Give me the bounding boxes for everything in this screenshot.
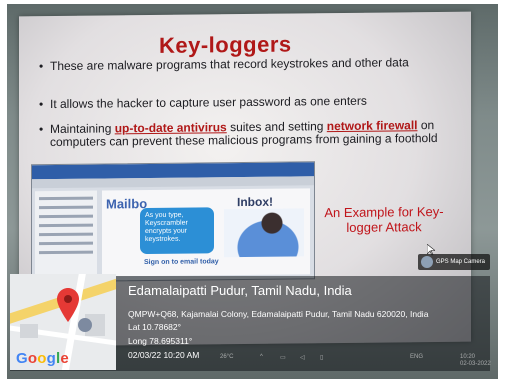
browser-menubar: [32, 176, 314, 189]
clock-date: 02-03-2022: [460, 361, 491, 367]
battery-icon: ▯: [320, 355, 324, 361]
mail-logo: Mailbo: [106, 196, 148, 212]
slide-title: Key-loggers: [159, 31, 292, 58]
school-marker-icon: [78, 318, 92, 332]
speaker-icon: ◁: [300, 355, 305, 361]
inbox-heading: Inbox!: [237, 194, 273, 210]
place-title: Edamalaipatti Pudur, Tamil Nadu, India: [128, 283, 352, 298]
location-pin-icon: [57, 288, 79, 322]
camera-badge-label: GPS Map Camera: [436, 259, 486, 265]
bullet-1-text: These are malware programs that record k…: [50, 55, 409, 74]
google-logo: Google: [16, 350, 69, 367]
temperature: 26°C: [220, 354, 234, 360]
gps-camera-badge: GPS Map Camera: [418, 254, 490, 270]
bullet-2-text: It allows the hacker to capture user pas…: [50, 93, 367, 112]
network-icon: ▭: [280, 355, 286, 361]
bullet-dot-icon: •: [39, 97, 44, 112]
signin-link: Sign on to email today: [144, 258, 219, 267]
bullet-dot-icon: •: [39, 59, 44, 74]
address-line: QMPW+Q68, Kajamalai Colony, Edamalaipatt…: [128, 309, 429, 319]
chevron-up-icon: ^: [260, 354, 263, 360]
latitude: Lat 10.78682°: [128, 322, 182, 332]
taskbar-clock: 10:20 02-03-2022: [460, 354, 491, 368]
longitude: Long 78.695311°: [128, 336, 193, 346]
person-image: [224, 208, 304, 258]
bullet-dot-icon: •: [39, 122, 44, 137]
bullet-3-text: Maintaining up-to-date antivirus suites …: [50, 118, 450, 149]
taskbar-remnant: 26°C ^ ▭ ◁ ▯ ENG: [220, 353, 490, 365]
camera-app-icon: [421, 256, 433, 268]
example-caption: An Example for Key-logger Attack: [324, 203, 444, 235]
datetime: 02/03/22 10:20 AM: [128, 350, 200, 360]
keyscrambler-bubble: As you type, Keyscrambler encrypts your …: [140, 207, 214, 255]
clock-time: 10:20: [460, 354, 476, 360]
mail-sidebar: [35, 190, 97, 278]
language-indicator: ENG: [410, 354, 424, 360]
map-thumbnail: Google: [10, 274, 116, 370]
example-screenshot: Mailbo Inbox! As you type, Keyscrambler …: [31, 161, 315, 283]
